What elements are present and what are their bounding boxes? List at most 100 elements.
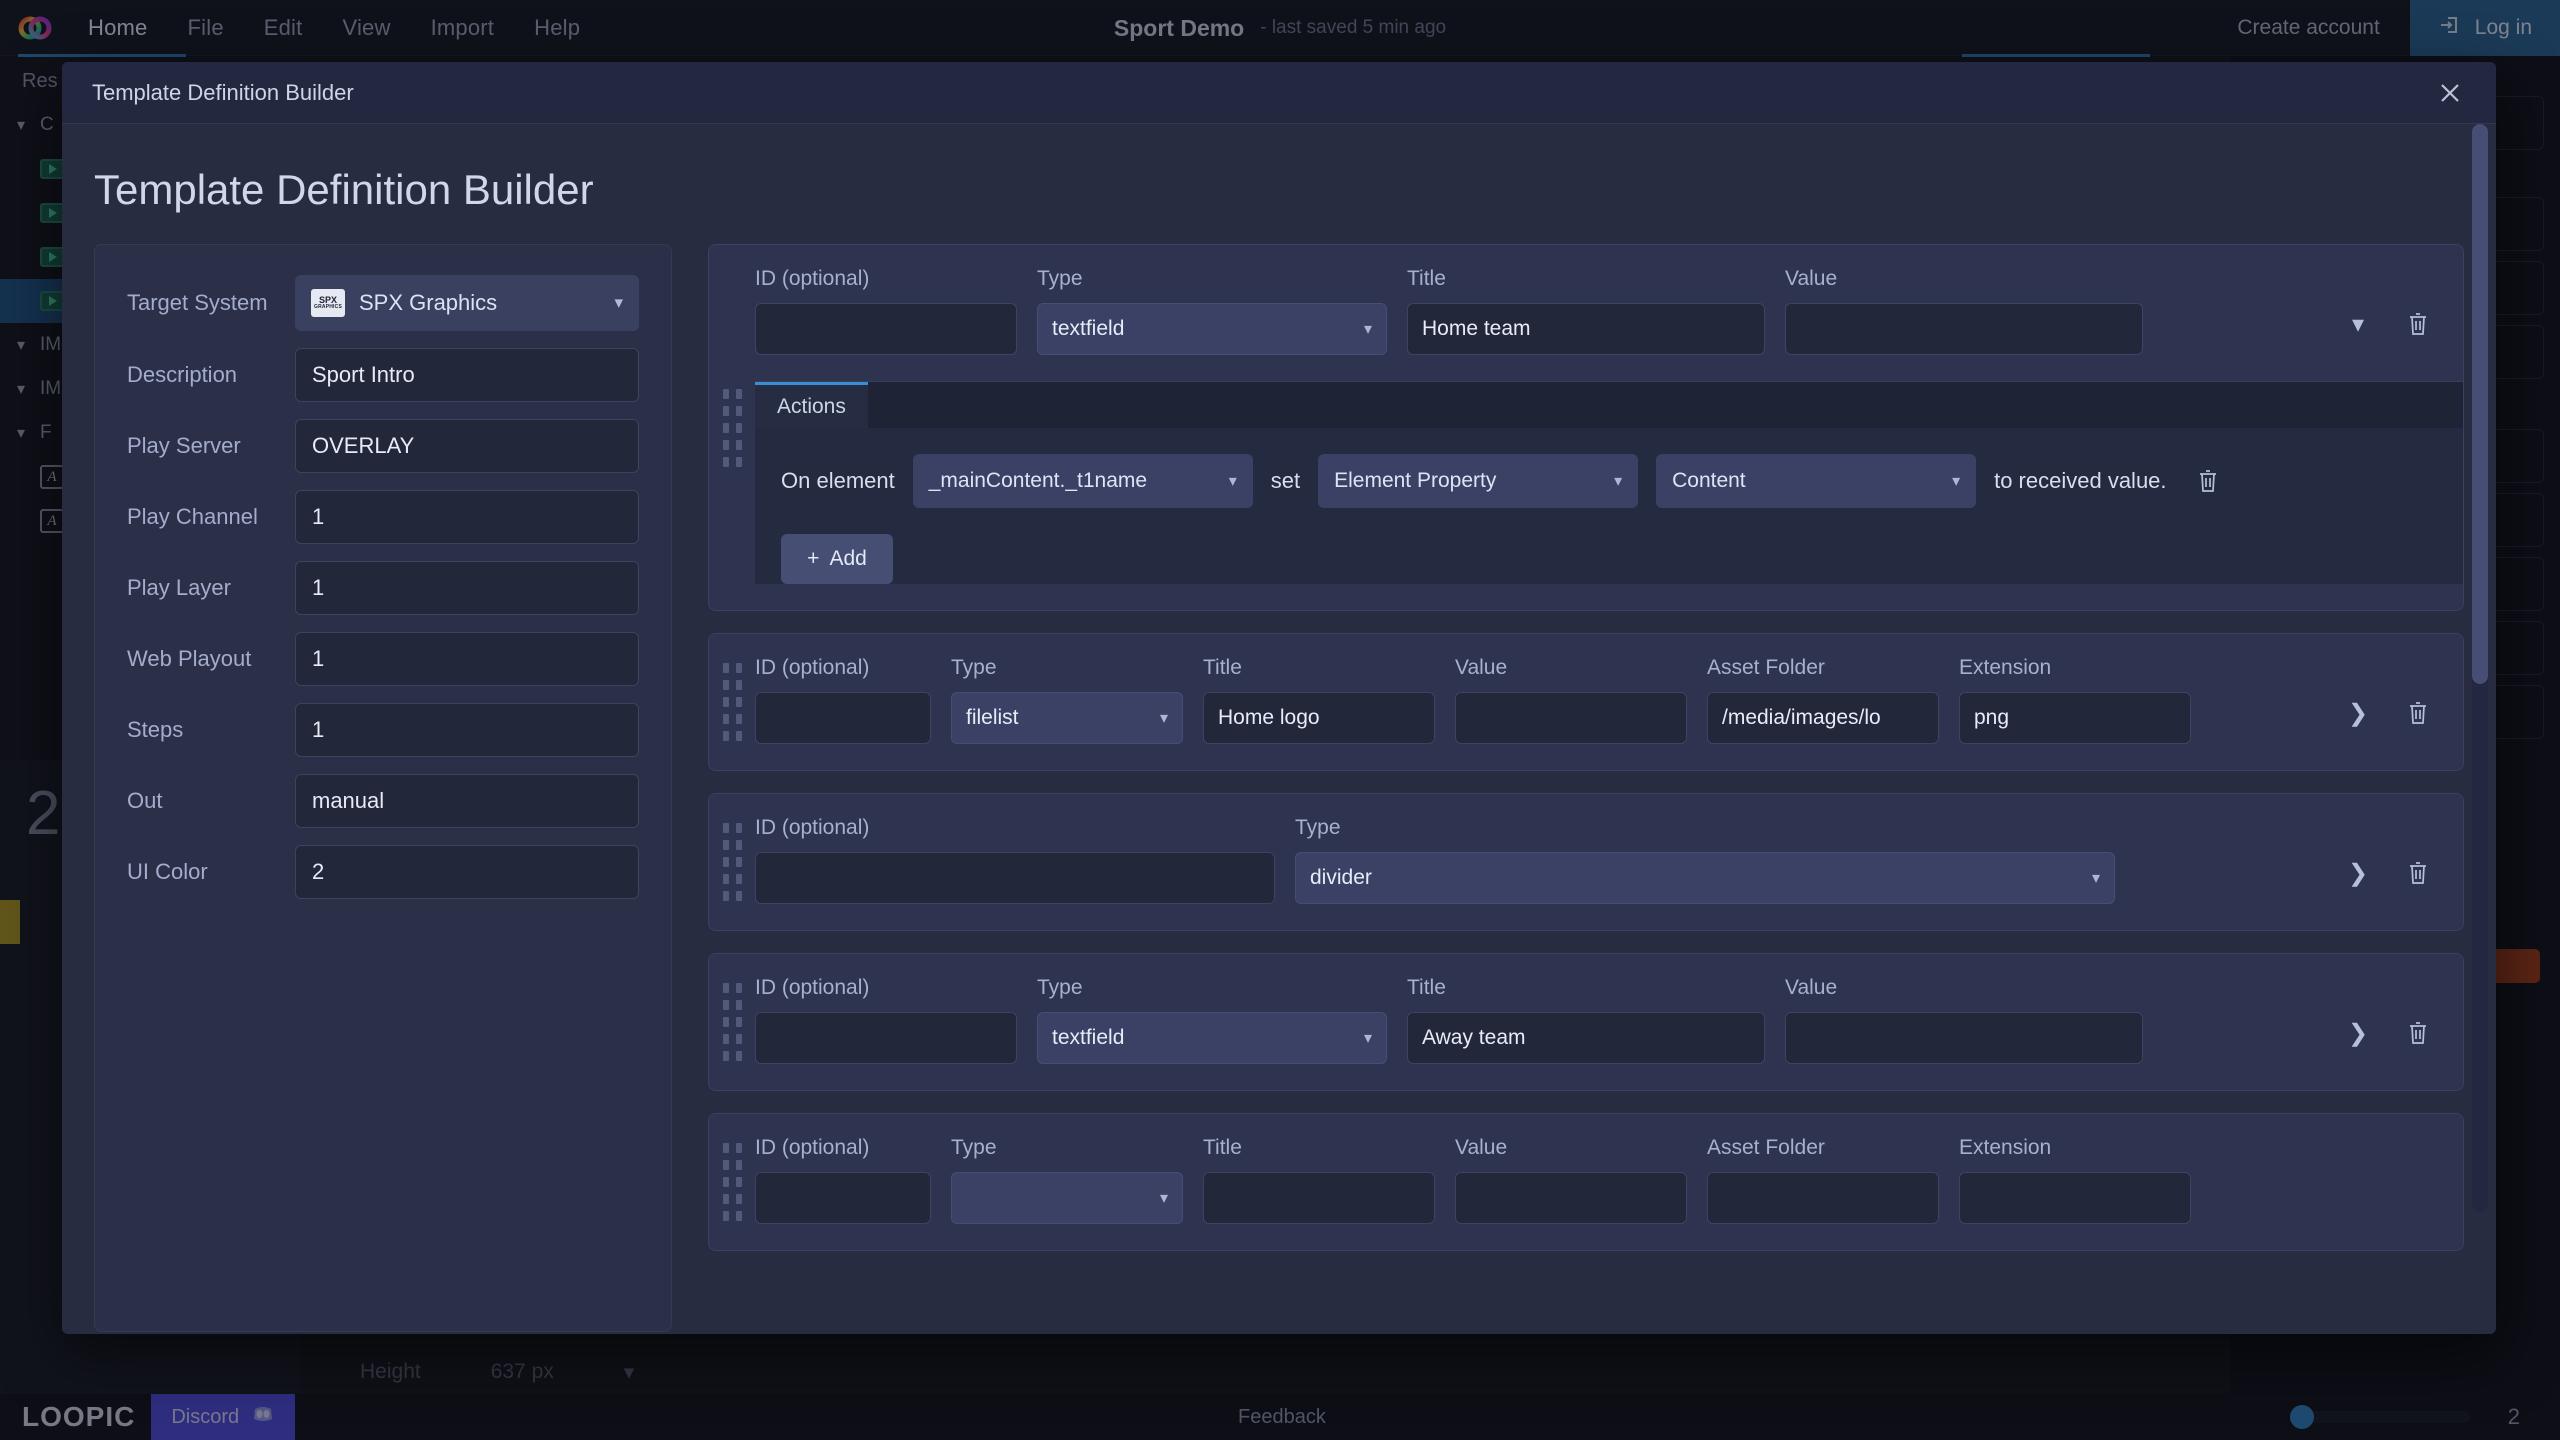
out-row: Out manual: [127, 774, 639, 828]
extension-label: Extension: [1959, 1136, 2052, 1159]
row-fields: ID (optional) Type textfield ▾: [755, 954, 2463, 1090]
asset-folder-input[interactable]: /media/images/lo: [1707, 692, 1939, 744]
chevron-down-icon: ▾: [1363, 321, 1372, 338]
trash-icon[interactable]: [2395, 1010, 2441, 1056]
value-input[interactable]: [1455, 1172, 1687, 1224]
type-field-group: Type ▾: [951, 1136, 1183, 1224]
action-suffix-label: to received value.: [1994, 468, 2167, 493]
target-system-select[interactable]: SPX GRAPHICS SPX Graphics ▾: [295, 275, 639, 331]
description-input[interactable]: Sport Intro: [295, 348, 639, 402]
steps-input[interactable]: 1: [295, 703, 639, 757]
play-channel-row: Play Channel 1: [127, 490, 639, 544]
drag-handle[interactable]: [709, 245, 755, 610]
value-field-group: Value: [1455, 656, 1687, 744]
chevron-right-icon[interactable]: ❯: [2335, 690, 2381, 736]
type-label: Type: [951, 1136, 997, 1159]
title-label: Title: [1203, 656, 1242, 679]
table-row: ID (optional) Type textfield ▾: [708, 244, 2464, 611]
title-input[interactable]: [1203, 1172, 1435, 1224]
id-label: ID (optional): [755, 267, 870, 290]
play-server-input[interactable]: OVERLAY: [295, 419, 639, 473]
drag-dots-icon: [722, 1143, 742, 1221]
row-fields: ID (optional) Type ▾ Title Value Asset F…: [755, 1114, 2463, 1250]
drag-handle[interactable]: [709, 1114, 755, 1250]
web-playout-row: Web Playout 1: [127, 632, 639, 686]
add-action-button[interactable]: + Add: [781, 534, 893, 584]
extension-input[interactable]: png: [1959, 692, 2191, 744]
steps-label: Steps: [127, 717, 184, 742]
id-input[interactable]: [755, 1172, 931, 1224]
asset-folder-input[interactable]: [1707, 1172, 1939, 1224]
trash-icon[interactable]: [2395, 850, 2441, 896]
asset-folder-field-group: Asset Folder /media/images/lo: [1707, 656, 1939, 744]
play-channel-label: Play Channel: [127, 504, 258, 529]
type-select[interactable]: filelist ▾: [951, 692, 1183, 744]
spx-badge-bottom: GRAPHICS: [314, 304, 342, 310]
type-select[interactable]: divider ▾: [1295, 852, 2115, 904]
id-input[interactable]: [755, 303, 1017, 355]
action-property-kind-select[interactable]: Element Property ▾: [1318, 454, 1639, 508]
chevron-right-icon[interactable]: ❯: [2335, 1010, 2381, 1056]
row-fields: ID (optional) Type textfield ▾: [755, 245, 2463, 381]
row-action-buttons: ❯: [2335, 690, 2463, 744]
close-icon[interactable]: [2430, 73, 2470, 113]
type-select-value: filelist: [966, 706, 1019, 729]
id-input[interactable]: [755, 692, 931, 744]
type-select[interactable]: textfield ▾: [1037, 303, 1387, 355]
value-input[interactable]: [1785, 303, 2143, 355]
value-input[interactable]: [1455, 692, 1687, 744]
type-label: Type: [1037, 267, 1083, 290]
trash-icon[interactable]: [2185, 458, 2231, 504]
play-channel-input[interactable]: 1: [295, 490, 639, 544]
type-select[interactable]: ▾: [951, 1172, 1183, 1224]
tab-actions[interactable]: Actions: [755, 382, 868, 428]
title-input[interactable]: Home team: [1407, 303, 1765, 355]
type-field-group: Type filelist ▾: [951, 656, 1183, 744]
row-action-buttons: ❯: [2335, 1010, 2463, 1064]
target-system-row: Target System SPX GRAPHICS SPX Graphics …: [127, 275, 639, 331]
play-layer-input[interactable]: 1: [295, 561, 639, 615]
value-input[interactable]: [1785, 1012, 2143, 1064]
chevron-right-icon[interactable]: ❯: [2335, 850, 2381, 896]
dialog-scrollbar[interactable]: [2472, 124, 2488, 1212]
dialog-scrollbar-thumb[interactable]: [2472, 124, 2488, 684]
chevron-down-icon: ▾: [1228, 473, 1237, 490]
type-field-group: Type divider ▾: [1295, 816, 2115, 904]
steps-row: Steps 1: [127, 703, 639, 757]
id-input[interactable]: [755, 852, 1275, 904]
title-label: Title: [1407, 267, 1446, 290]
id-input[interactable]: [755, 1012, 1017, 1064]
web-playout-input[interactable]: 1: [295, 632, 639, 686]
drag-handle[interactable]: [709, 954, 755, 1090]
chevron-down-icon: ▾: [1952, 473, 1961, 490]
title-input[interactable]: Away team: [1407, 1012, 1765, 1064]
table-row: ID (optional) Type ▾ Title Value Asset F…: [708, 1113, 2464, 1251]
template-fields-scroll: ID (optional) Type textfield ▾ Title Hom…: [708, 244, 2464, 1332]
ui-color-input[interactable]: 2: [295, 845, 639, 899]
id-field-group: ID (optional): [755, 267, 1017, 355]
type-label: Type: [1037, 976, 1083, 999]
title-input[interactable]: Home logo: [1203, 692, 1435, 744]
extension-input[interactable]: [1959, 1172, 2191, 1224]
action-set-label: set: [1270, 468, 1301, 493]
action-property-value: Content: [1672, 469, 1746, 492]
action-element-select[interactable]: _mainContent._t1name ▾: [912, 454, 1253, 508]
type-select-value: textfield: [1052, 317, 1125, 340]
drag-handle[interactable]: [709, 634, 755, 770]
trash-icon[interactable]: [2395, 690, 2441, 736]
extension-field-group: Extension: [1959, 1136, 2191, 1224]
chevron-down-icon[interactable]: ▾: [2335, 301, 2381, 347]
action-property-select[interactable]: Content ▾: [1656, 454, 1977, 508]
title-label: Title: [1203, 1136, 1242, 1159]
play-layer-row: Play Layer 1: [127, 561, 639, 615]
value-field-group: Value: [1785, 976, 2143, 1064]
add-action-label: Add: [829, 547, 867, 570]
drag-handle[interactable]: [709, 794, 755, 930]
type-field-group: Type textfield ▾: [1037, 267, 1387, 355]
target-system-value: SPX Graphics: [359, 290, 498, 315]
out-input[interactable]: manual: [295, 774, 639, 828]
trash-icon[interactable]: [2395, 301, 2441, 347]
play-server-row: Play Server OVERLAY: [127, 419, 639, 473]
type-select[interactable]: textfield ▾: [1037, 1012, 1387, 1064]
table-row: ID (optional) Type filelist ▾ Title Home…: [708, 633, 2464, 771]
